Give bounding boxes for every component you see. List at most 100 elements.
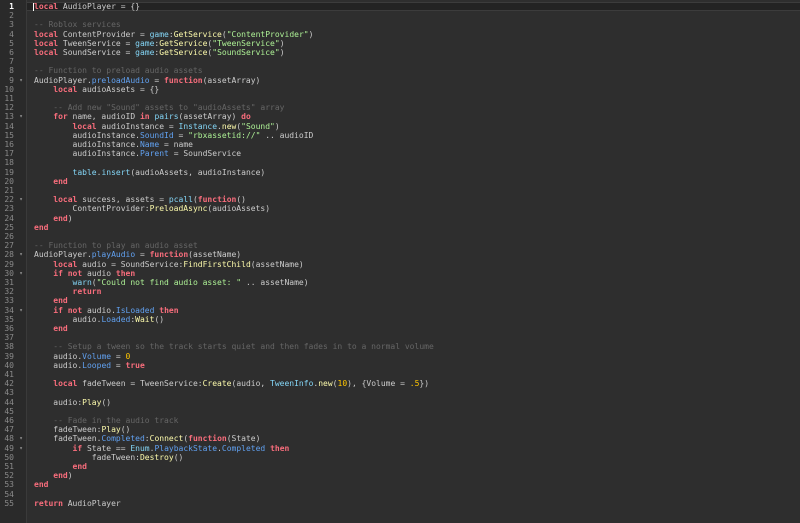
code-token: Play: [82, 397, 102, 407]
script-editor[interactable]: 1 local AudioPlayer = {} 2 3 -- Roblox servi…: [0, 0, 800, 523]
code-line[interactable]: local audio = SoundService:FindFirstChil…: [34, 259, 303, 269]
code-token: local: [53, 259, 78, 269]
code-line[interactable]: ContentProvider:PreloadAsync(audioAssets…: [34, 204, 270, 213]
line-number: 26: [4, 232, 14, 241]
line-number: 17: [4, 149, 14, 159]
code-token: TweenInfo: [270, 379, 314, 389]
line-number: 18: [4, 158, 14, 168]
code-line[interactable]: -- Roblox services: [34, 20, 121, 29]
code-token: -- Function to play an audio asset: [34, 241, 198, 251]
code-token: local: [34, 38, 59, 48]
code-line[interactable]: return AudioPlayer: [34, 499, 121, 508]
fold-toggle-icon[interactable]: ▾: [17, 306, 25, 315]
code-token: =: [111, 360, 126, 370]
code-line[interactable]: fadeTween:Play(): [34, 425, 130, 434]
code-line[interactable]: end: [34, 177, 67, 186]
line-number: 5: [9, 38, 14, 48]
code-line[interactable]: if not audio then: [34, 269, 135, 278]
code-token: GetService: [159, 48, 208, 57]
code-token: if: [72, 443, 83, 453]
code-line[interactable]: table.insert(audioAssets, audioInstance): [34, 167, 266, 177]
code-line[interactable]: local success, assets = pcall(function(): [34, 195, 246, 204]
code-line[interactable]: return: [34, 287, 102, 296]
code-line[interactable]: AudioPlayer.preloadAudio = function(asse…: [34, 76, 260, 85]
code-token: "Sound": [241, 121, 275, 131]
code-line[interactable]: end: [34, 324, 67, 333]
code-token: "rbxassetid://": [188, 130, 261, 140]
code-line[interactable]: local audioInstance = Instance.new("Soun…: [34, 122, 280, 131]
code-line[interactable]: local AudioPlayer = {}: [34, 2, 140, 11]
code-line[interactable]: local ContentProvider = game:GetService(…: [34, 30, 313, 39]
code-token: =: [173, 130, 189, 140]
code-line[interactable]: end: [34, 296, 67, 305]
fold-toggle-icon[interactable]: ▾: [17, 250, 25, 259]
code-line[interactable]: -- Function to play an audio asset: [34, 241, 198, 250]
code-line[interactable]: -- Setup a tween so the track starts qui…: [34, 342, 434, 351]
line-number: 6: [9, 48, 14, 57]
fold-toggle-icon[interactable]: ▾: [17, 112, 25, 121]
code-line[interactable]: audioInstance.SoundId = "rbxassetid://" …: [34, 130, 314, 140]
code-line[interactable]: local audioAssets = {}: [34, 85, 159, 94]
fold-toggle-icon[interactable]: ▾: [17, 269, 25, 278]
code-token: "TweenService": [212, 38, 280, 48]
code-token: then: [115, 268, 136, 278]
code-line[interactable]: end: [34, 223, 48, 232]
code-token: ): [274, 121, 280, 131]
line-number: 36: [4, 324, 14, 333]
code-line[interactable]: audio.Loaded:Wait(): [34, 315, 165, 324]
code-token: audio = SoundService:: [77, 259, 184, 269]
fold-toggle-icon[interactable]: ▾: [17, 76, 25, 85]
line-number: 45: [4, 406, 14, 416]
code-line[interactable]: local SoundService = game:GetService("So…: [34, 48, 285, 57]
code-line[interactable]: warn("Could not find audio asset: " .. a…: [34, 278, 309, 287]
code-token: Completed: [221, 443, 266, 453]
code-line[interactable]: if State == Enum.PlaybackState.Completed…: [34, 443, 290, 453]
code-line[interactable]: end: [34, 480, 48, 489]
code-token: Play: [101, 425, 121, 435]
code-line[interactable]: fadeTween:Destroy(): [34, 453, 184, 462]
line-number: 39: [4, 351, 14, 361]
code-line[interactable]: audio.Looped = true: [34, 361, 145, 370]
code-token: (): [120, 425, 131, 435]
code-line[interactable]: audioInstance.Name = name: [34, 140, 193, 149]
fold-toggle-icon[interactable]: ▾: [17, 444, 25, 453]
line-number: 22: [4, 195, 14, 205]
line-number: 23: [4, 204, 14, 214]
code-line[interactable]: local fadeTween = TweenService:Create(au…: [34, 379, 429, 388]
code-token: (audioAssets, audioInstance): [130, 167, 266, 177]
code-line[interactable]: fadeTween.Completed:Connect(function(Sta…: [34, 434, 260, 443]
code-token: =: [135, 250, 150, 260]
code-line[interactable]: audio.Volume = 0: [34, 352, 130, 361]
code-line[interactable]: audioInstance.Parent = SoundService: [34, 149, 242, 159]
line-number: 52: [4, 471, 14, 481]
code-line[interactable]: audio:Play(): [34, 398, 111, 407]
code-line[interactable]: AudioPlayer.playAudio = function(assetNa…: [34, 250, 241, 259]
code-line[interactable]: -- Function to preload audio assets: [34, 66, 203, 75]
code-line[interactable]: -- Fade in the audio track: [34, 416, 178, 425]
code-token: =: [111, 351, 126, 361]
fold-toggle-icon[interactable]: ▾: [17, 434, 25, 443]
line-number: 14: [4, 121, 14, 131]
fold-toggle-icon[interactable]: ▾: [17, 195, 25, 204]
code-line[interactable]: end): [34, 214, 72, 223]
code-line[interactable]: local TweenService = game:GetService("Tw…: [34, 39, 285, 48]
code-line[interactable]: for name, audioID in pairs(assetArray) d…: [34, 112, 251, 121]
code-token: = SoundService: [168, 149, 242, 159]
line-number: 55: [4, 498, 14, 508]
code-line[interactable]: end): [34, 471, 72, 480]
code-token: audioInstance.: [34, 130, 140, 140]
code-line[interactable]: end: [34, 462, 87, 471]
code-token: local: [53, 379, 78, 389]
line-number: 28: [4, 250, 14, 260]
code-line[interactable]: -- Add new "Sound" assets to "audioAsset…: [34, 103, 284, 112]
code-line[interactable]: if not audio.IsLoaded then: [34, 306, 178, 315]
